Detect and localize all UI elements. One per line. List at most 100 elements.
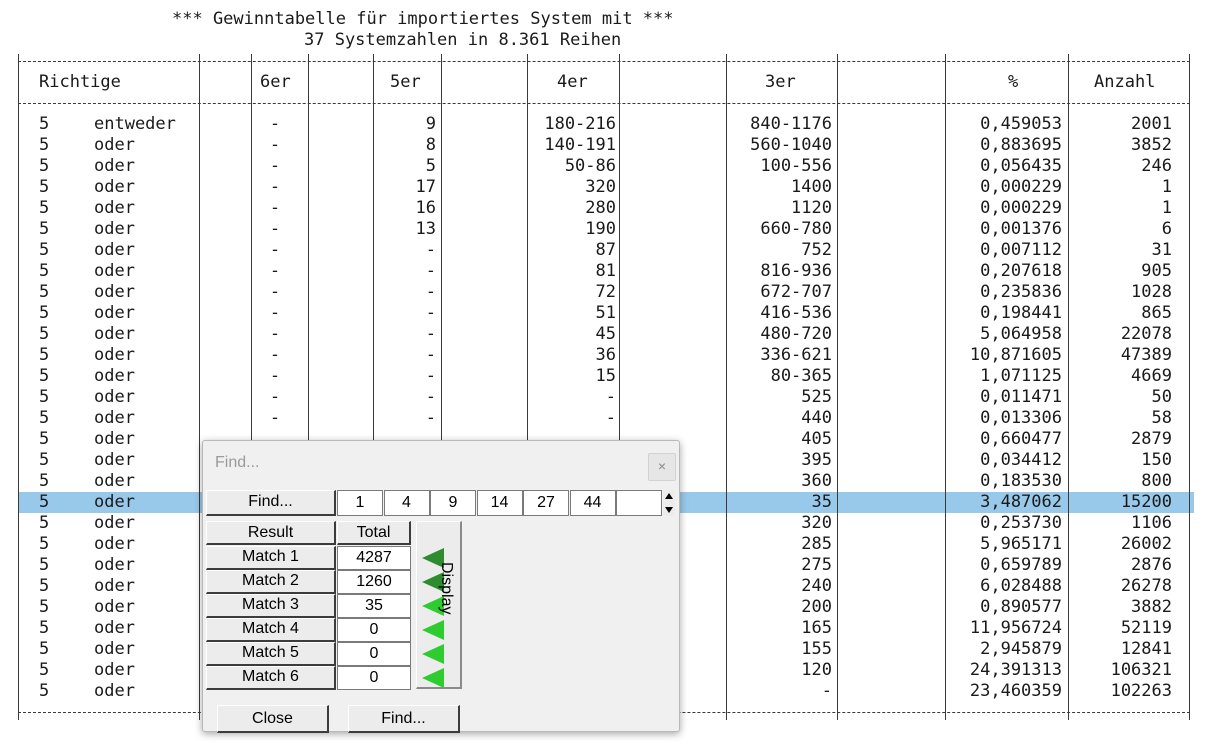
cell-mode: oder (94, 177, 135, 197)
column-separator (837, 54, 838, 720)
cell-4er: 140-191 (544, 135, 616, 155)
cell-richtige: 5 (39, 639, 50, 659)
cell-3er: 336-621 (760, 345, 832, 365)
cell-3er: 240 (801, 576, 832, 596)
number-field[interactable] (616, 490, 662, 516)
match-marker-icon (422, 620, 444, 640)
number-field[interactable]: 1 (337, 490, 383, 516)
column-separator (1068, 54, 1069, 720)
cell-percent: 0,253730 (980, 513, 1062, 533)
header-3er: 3er (765, 72, 796, 92)
match-marker-icon (422, 644, 444, 664)
display-toggle[interactable]: Display (416, 521, 462, 689)
cell-anzahl: 800 (1141, 471, 1172, 491)
cell-3er: 275 (801, 555, 832, 575)
match-total: 35 (337, 594, 411, 618)
cell-mode: oder (94, 387, 135, 407)
cell-mode: oder (94, 345, 135, 365)
cell-3er: - (821, 681, 832, 701)
number-field[interactable]: 27 (523, 490, 569, 516)
cell-richtige: 5 (39, 471, 50, 491)
cell-4er: 180-216 (544, 114, 616, 134)
cell-anzahl: 2879 (1131, 429, 1172, 449)
cell-6er: - (269, 219, 281, 239)
cell-anzahl: 106321 (1110, 660, 1172, 680)
header-richtige: Richtige (39, 72, 121, 92)
match-total: 0 (337, 642, 411, 666)
number-field[interactable]: 4 (383, 490, 430, 516)
spin-up-icon[interactable] (665, 493, 673, 499)
cell-6er: - (269, 282, 281, 302)
cell-6er: - (269, 387, 281, 407)
cell-4er: 320 (585, 177, 616, 197)
cell-anzahl: 31 (1151, 240, 1172, 260)
number-spinner[interactable] (663, 490, 675, 516)
cell-3er: 816-936 (760, 261, 832, 281)
match-label-button[interactable]: Match 2 (206, 570, 336, 594)
cell-percent: 0,198441 (980, 303, 1062, 323)
cell-mode: oder (94, 429, 135, 449)
cell-6er: - (269, 408, 281, 428)
match-label-button[interactable]: Match 3 (206, 594, 336, 618)
match-total: 4287 (337, 546, 411, 570)
find-bottom-button[interactable]: Find... (348, 705, 460, 733)
match-label-button[interactable]: Match 1 (206, 546, 336, 570)
cell-3er: 525 (801, 387, 832, 407)
cell-3er: 480-720 (760, 324, 832, 344)
number-field[interactable]: 14 (476, 490, 523, 516)
cell-5er: 13 (415, 219, 436, 239)
cell-percent: 0,207618 (980, 261, 1062, 281)
cell-3er: 395 (801, 450, 832, 470)
cell-mode: oder (94, 513, 135, 533)
cell-3er: 660-780 (760, 219, 832, 239)
close-icon[interactable]: × (648, 453, 676, 481)
cell-3er: 320 (801, 513, 832, 533)
cell-4er: 36 (595, 345, 616, 365)
cell-mode: oder (94, 555, 135, 575)
cell-3er: 285 (801, 534, 832, 554)
cell-percent: 2,945879 (980, 639, 1062, 659)
cell-richtige: 5 (39, 618, 50, 638)
find-button[interactable]: Find... (206, 490, 336, 516)
match-label-button[interactable]: Match 5 (206, 642, 336, 666)
cell-percent: 0,660477 (980, 429, 1062, 449)
cell-richtige: 5 (39, 156, 50, 176)
result-header: Result (206, 521, 336, 545)
table-rule (18, 103, 1190, 104)
cell-percent: 5,064958 (980, 324, 1062, 344)
cell-4er: 280 (585, 198, 616, 218)
find-dialog: Find... × Find... 1 4 9 14 27 44 Result Total… (202, 440, 680, 733)
spin-down-icon[interactable] (665, 507, 673, 513)
match-label-button[interactable]: Match 6 (206, 666, 336, 690)
match-label-button[interactable]: Match 4 (206, 618, 336, 642)
cell-percent: 0,000229 (980, 177, 1062, 197)
cell-anzahl: 1 (1161, 198, 1172, 218)
header-percent: % (1008, 72, 1019, 92)
cell-percent: 0,883695 (980, 135, 1062, 155)
close-button[interactable]: Close (217, 705, 329, 733)
number-field[interactable]: 44 (569, 490, 616, 516)
cell-mode: oder (94, 450, 135, 470)
cell-anzahl: 50 (1151, 387, 1172, 407)
report-title-line2: 37 Systemzahlen in 8.361 Reihen (304, 30, 622, 50)
cell-mode: oder (94, 639, 135, 659)
cell-percent: 0,890577 (980, 597, 1062, 617)
cell-4er: 72 (595, 282, 616, 302)
cell-percent: 10,871605 (969, 345, 1062, 365)
cell-6er: - (269, 177, 281, 197)
cell-anzahl: 4669 (1131, 366, 1172, 386)
number-field[interactable]: 9 (430, 490, 476, 516)
cell-mode: oder (94, 366, 135, 386)
cell-3er: 80-365 (770, 366, 832, 386)
cell-anzahl: 47389 (1120, 345, 1172, 365)
cell-4er: 81 (595, 261, 616, 281)
cell-5er: - (425, 303, 436, 323)
cell-richtige: 5 (39, 513, 50, 533)
cell-mode: oder (94, 576, 135, 596)
cell-4er: 51 (595, 303, 616, 323)
cell-3er: 155 (801, 639, 832, 659)
cell-5er: 16 (415, 198, 436, 218)
cell-richtige: 5 (39, 555, 50, 575)
cell-3er: 440 (801, 408, 832, 428)
match-total: 0 (337, 618, 411, 642)
